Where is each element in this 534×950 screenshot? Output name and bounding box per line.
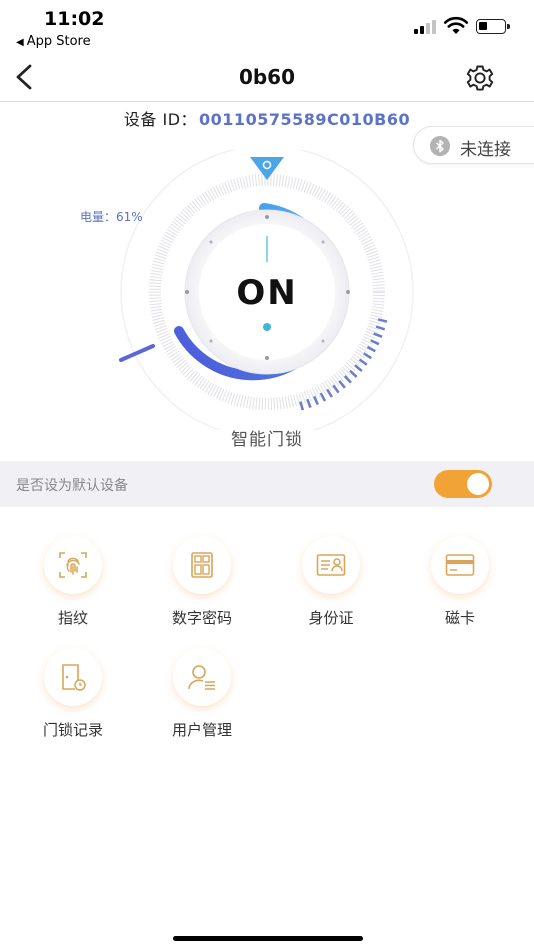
status-time: 11:02 — [44, 8, 105, 30]
page-title: 0b60 — [238, 65, 296, 89]
user-manage-icon-circle — [173, 648, 231, 706]
default-device-toggle[interactable] — [434, 470, 492, 498]
feature-fingerprint[interactable]: 指纹 — [18, 536, 128, 632]
feature-magnetic-card[interactable]: 磁卡 — [405, 536, 515, 632]
home-indicator[interactable] — [173, 936, 363, 941]
keypad-icon-circle — [173, 536, 231, 594]
toggle-knob — [467, 473, 489, 495]
device-id-value: 00110575589C010B60 — [199, 110, 411, 129]
id-card-icon-circle — [302, 536, 360, 594]
feature-user-management[interactable]: 用户管理 — [147, 648, 257, 744]
fingerprint-icon — [59, 552, 87, 578]
feature-label: 指纹 — [57, 609, 88, 627]
feature-lock-records[interactable]: 门锁记录 — [18, 648, 128, 744]
card-icon — [445, 554, 475, 576]
nav-bar: 0b60 — [0, 52, 534, 102]
cellular-signal-icon — [414, 20, 438, 34]
feature-label: 磁卡 — [444, 609, 475, 627]
id-card-icon — [316, 554, 346, 576]
fingerprint-icon-circle — [44, 536, 102, 594]
card-icon-circle — [431, 536, 489, 594]
keypad-icon — [191, 552, 213, 578]
wifi-icon — [444, 16, 468, 34]
feature-label: 门锁记录 — [42, 721, 103, 739]
default-device-row: 是否设为默认设备 — [0, 461, 534, 507]
default-device-label: 是否设为默认设备 — [16, 478, 128, 494]
gear-icon[interactable] — [464, 62, 496, 94]
status-bar: 11:02 ◀ App Store — [0, 0, 534, 52]
back-app-label: App Store — [26, 34, 91, 49]
door-record-icon-circle — [44, 648, 102, 706]
device-id-label: 设备 ID： — [123, 110, 198, 129]
battery-status-icon — [476, 19, 510, 34]
battery-level-label: 电量：61% — [80, 210, 143, 224]
feature-id-card[interactable]: 身份证 — [276, 536, 386, 632]
feature-label: 数字密码 — [171, 609, 232, 627]
feature-digital-password[interactable]: 数字密码 — [147, 536, 257, 632]
user-manage-icon — [188, 665, 215, 690]
door-record-icon — [62, 664, 86, 691]
back-triangle-icon: ◀ — [16, 37, 24, 48]
feature-label: 用户管理 — [171, 721, 232, 739]
lock-state-text[interactable]: ON — [0, 273, 534, 313]
back-to-app-link[interactable]: ◀ App Store — [16, 34, 91, 49]
device-type-caption: 智能门锁 — [231, 430, 303, 450]
feature-label: 身份证 — [308, 609, 354, 627]
